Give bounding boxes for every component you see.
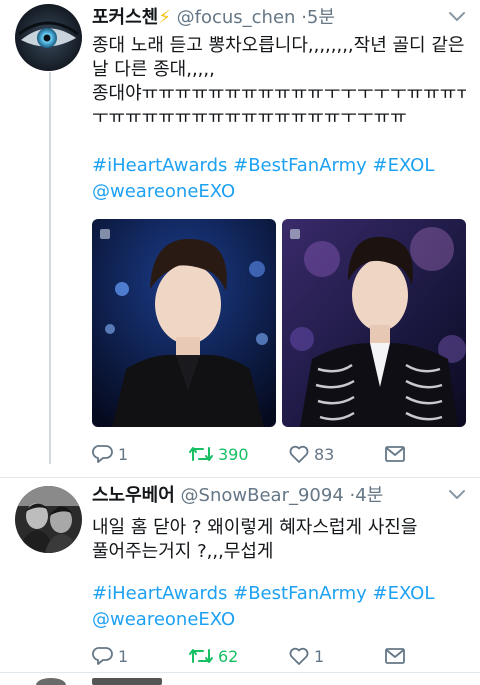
hashtag-line[interactable]: #iHeartAwards #BestFanArmy #EXOL xyxy=(92,581,470,607)
tweet-divider xyxy=(0,672,480,673)
user-handle[interactable]: @SnowBear_9094 xyxy=(181,485,344,506)
direct-message-icon xyxy=(385,446,405,462)
like-count: 1 xyxy=(314,646,325,666)
retweet-count: 390 xyxy=(218,444,249,464)
tweet-text-line: 종대야ㅠㅠㅠㅠㅠㅠㅠㅠㅠㅠㅠㅜㅜㅜㅜㅜㅠㅠㅠㅠ xyxy=(92,83,466,104)
timestamp[interactable]: 4분 xyxy=(355,485,383,506)
hashtags: #iHeartAwards #BestFanArmy #EXOL @weareo… xyxy=(92,153,470,205)
reply-button[interactable]: 1 xyxy=(92,440,128,468)
avatar[interactable] xyxy=(15,4,82,71)
like-button[interactable]: 83 xyxy=(288,440,334,468)
mention-link[interactable]: @weareoneEXO xyxy=(92,607,470,633)
chevron-down-icon[interactable] xyxy=(448,488,466,502)
like-icon xyxy=(289,647,309,665)
direct-message-button[interactable] xyxy=(384,642,406,670)
display-name[interactable]: 스노우베어 xyxy=(92,485,175,506)
retweet-icon xyxy=(189,447,213,461)
like-button[interactable]: 1 xyxy=(288,642,324,670)
retweet-button[interactable]: 62 xyxy=(188,642,238,670)
display-name-partial xyxy=(92,678,162,685)
retweet-button[interactable]: 390 xyxy=(188,440,249,468)
lightning-emoji: ⚡ xyxy=(158,7,171,28)
display-name[interactable]: 포커스첸 xyxy=(92,7,158,28)
tweet-actions: 1 390 83 xyxy=(92,440,422,468)
retweet-count: 62 xyxy=(218,646,239,666)
tweet-text-line: 내일 홈 닫아 ? 왜이렇게 혜자스럽게 사진을 xyxy=(92,517,418,538)
timestamp[interactable]: 5분 xyxy=(307,7,335,28)
direct-message-button[interactable] xyxy=(384,440,406,468)
reply-count: 1 xyxy=(118,646,129,666)
mention-link[interactable]: @weareoneEXO xyxy=(92,179,470,205)
like-icon xyxy=(289,445,309,463)
tweet-text: 종대 노래 듣고 뽕차오릅니다,,,,,,,,작년 골디 같은 날 다른 종대,… xyxy=(92,34,466,130)
tweet[interactable]: 포커스첸⚡ @focus_chen ·5분 종대 노래 듣고 뽕차오릅니다,,,… xyxy=(0,0,480,478)
tweet-actions: 1 62 1 xyxy=(92,642,422,670)
next-tweet-peek xyxy=(0,678,480,685)
reply-icon xyxy=(92,445,113,463)
tweet[interactable]: 스노우베어 @SnowBear_9094 ·4분 내일 홈 닫아 ? 왜이렇게 … xyxy=(0,478,480,673)
tweet-text-line: ㅜㅠㅠㅠㅠㅠㅠㅠㅠㅠㅠㅠㅠㅠㅠㅜㅜㅠㅠ xyxy=(92,107,407,128)
tweet-header: 포커스첸⚡ @focus_chen ·5분 xyxy=(92,5,440,33)
reply-icon xyxy=(92,647,113,665)
retweet-icon xyxy=(189,649,213,663)
tweet-text: 내일 홈 닫아 ? 왜이렇게 혜자스럽게 사진을 풀어주는거지 ?,,,무섭게 xyxy=(92,516,466,564)
tweet-text-line: 날 다른 종대,,,,, xyxy=(92,59,215,80)
avatar xyxy=(36,678,66,685)
tweet-text-line: 풀어주는거지 ?,,,무섭게 xyxy=(92,541,274,562)
user-handle[interactable]: @focus_chen xyxy=(177,7,296,28)
photo-1[interactable] xyxy=(92,219,276,427)
reply-count: 1 xyxy=(118,444,129,464)
chevron-down-icon[interactable] xyxy=(448,10,466,24)
media-grid xyxy=(92,219,466,427)
like-count: 83 xyxy=(314,444,335,464)
hashtag-line[interactable]: #iHeartAwards #BestFanArmy #EXOL xyxy=(92,153,470,179)
tweet-text-line: 종대 노래 듣고 뽕차오릅니다,,,,,,,,작년 골디 같은 xyxy=(92,35,465,56)
avatar[interactable] xyxy=(15,486,82,553)
hashtags: #iHeartAwards #BestFanArmy #EXOL @weareo… xyxy=(92,581,470,633)
tweet-header: 스노우베어 @SnowBear_9094 ·4분 xyxy=(92,483,440,511)
direct-message-icon xyxy=(385,648,405,664)
photo-2[interactable] xyxy=(282,219,466,427)
reply-button[interactable]: 1 xyxy=(92,642,128,670)
